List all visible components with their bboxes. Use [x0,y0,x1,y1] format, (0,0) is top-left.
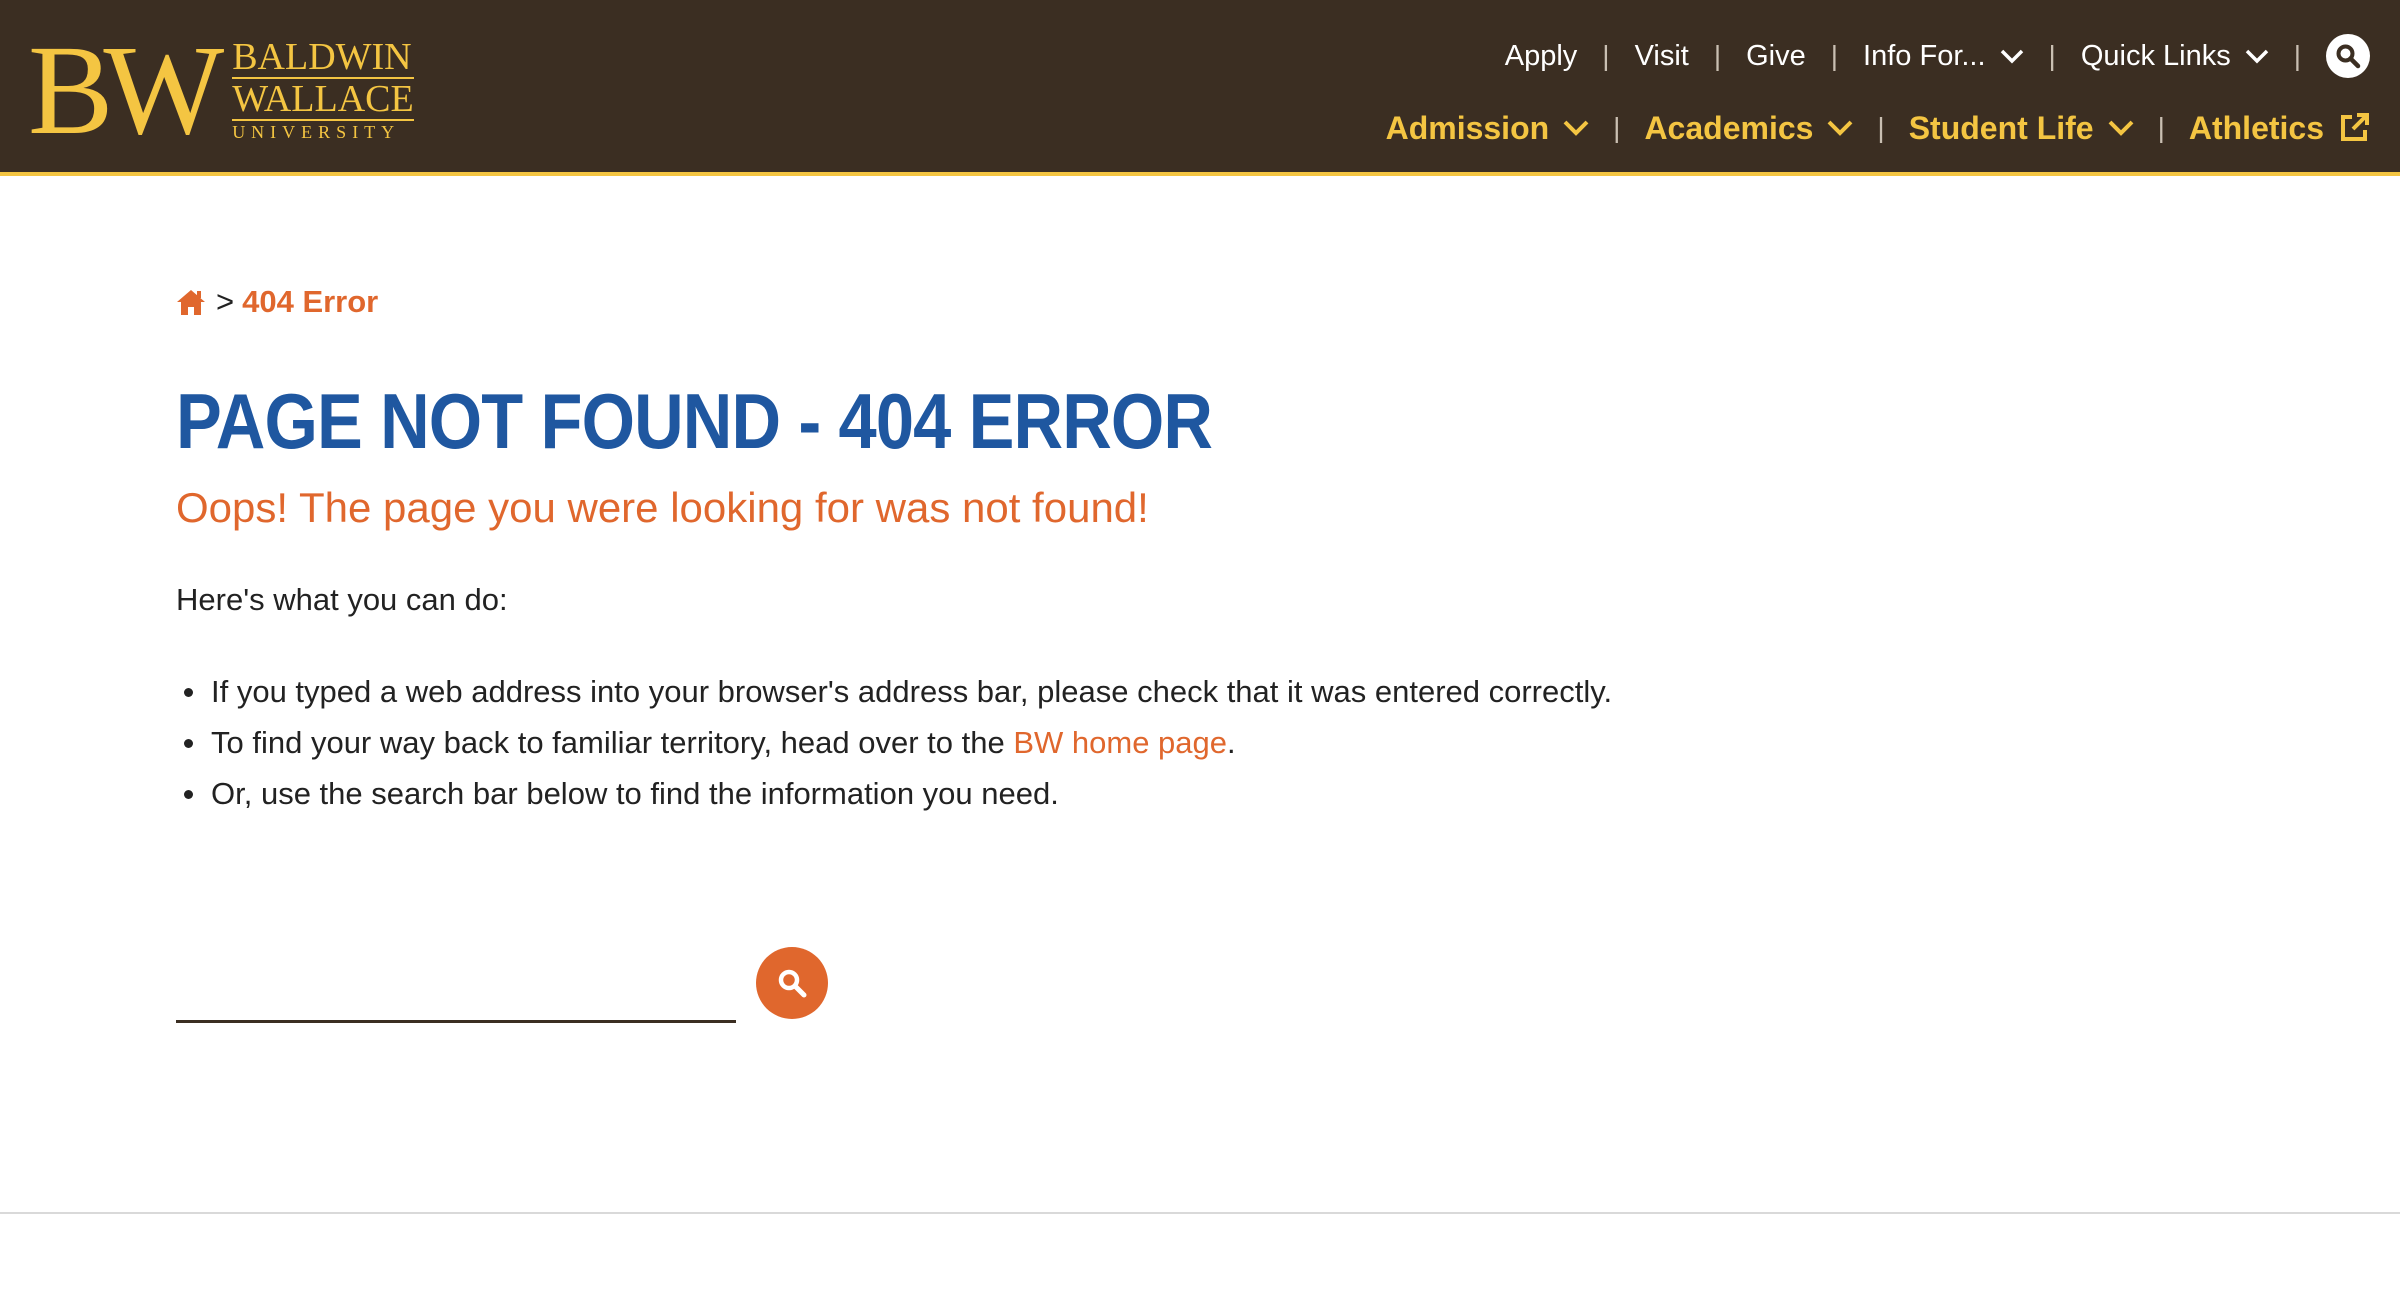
logo-wordmark: BALDWIN WALLACE UNIVERSITY [232,37,414,143]
nav-separator: | [1613,112,1621,143]
tip-text-1: If you typed a web address into your bro… [211,674,1613,709]
nav-info-for[interactable]: Info For... [1863,40,2024,73]
footer-divider [0,1212,2400,1214]
nav-separator: | [1602,40,1610,71]
main-content: > 404 Error PAGE NOT FOUND - 404 ERROR O… [176,280,2076,1023]
chevron-down-icon [2000,49,2023,64]
nav-student-life-label: Student Life [1908,109,2094,146]
search-submit-button[interactable] [756,947,828,1019]
tip-text-2: To find your way back to familiar territ… [211,725,1014,760]
header-search-button[interactable] [2326,34,2370,78]
nav-separator: | [1830,40,1839,71]
nav-separator: | [1713,40,1722,71]
tip-text-3: Or, use the search bar below to find the… [211,776,1059,811]
nav-separator: | [1877,112,1885,143]
nav-apply[interactable]: Apply [1505,40,1578,73]
nav-separator: | [2293,40,2301,71]
nav-visit[interactable]: Visit [1635,40,1689,73]
page-subtitle: Oops! The page you were looking for was … [176,484,1149,531]
bw-home-link[interactable]: BW home page [1013,725,1227,760]
main-nav: Admission | Academics | Student Life | A… [1386,102,2370,154]
utility-nav: Apply | Visit | Give | Info For... | Qui… [1505,30,2370,82]
nav-academics[interactable]: Academics [1644,110,1853,147]
list-item: Or, use the search bar below to find the… [176,768,2076,819]
tips-list: If you typed a web address into your bro… [176,666,2076,819]
bw-logo[interactable]: BW BALDWIN WALLACE UNIVERSITY [28,26,458,154]
nav-athletics-label: Athletics [2188,109,2324,146]
chevron-down-icon [1828,120,1853,136]
search-form [176,947,2076,1023]
breadcrumb-current[interactable]: 404 Error [242,284,378,320]
nav-give[interactable]: Give [1746,40,1806,73]
site-header: BW BALDWIN WALLACE UNIVERSITY Apply | Vi… [0,0,2400,176]
breadcrumb: > 404 Error [176,280,2076,324]
nav-student-life[interactable]: Student Life [1909,110,2134,147]
lead-text: Here's what you can do: [176,582,508,617]
chevron-down-icon [1563,120,1589,136]
nav-separator: | [2157,112,2165,143]
nav-athletics[interactable]: Athletics [2189,110,2370,147]
search-input[interactable] [176,967,736,1023]
nav-admission-label: Admission [1385,109,1550,146]
list-item: If you typed a web address into your bro… [176,666,2076,717]
nav-academics-label: Academics [1644,109,1814,146]
breadcrumb-separator: > [216,284,235,319]
list-item: To find your way back to familiar territ… [176,717,2076,768]
nav-admission[interactable]: Admission [1386,110,1590,147]
chevron-down-icon [2108,120,2133,136]
search-icon [2336,44,2361,69]
logo-line-3: UNIVERSITY [232,119,414,143]
home-icon[interactable] [176,288,206,316]
tip-text-2-end: . [1227,725,1236,760]
logo-line-1: BALDWIN [232,36,412,78]
nav-separator: | [2048,40,2056,71]
chevron-down-icon [2245,49,2268,64]
nav-quick-links-label: Quick Links [2080,39,2231,72]
logo-mark: BW [28,19,224,161]
nav-quick-links[interactable]: Quick Links [2081,40,2269,73]
nav-info-for-label: Info For... [1863,39,1986,72]
search-icon [778,969,807,998]
external-link-icon [2341,113,2369,141]
logo-line-2: WALLACE [232,77,414,120]
page-title: PAGE NOT FOUND - 404 ERROR [176,377,1213,465]
